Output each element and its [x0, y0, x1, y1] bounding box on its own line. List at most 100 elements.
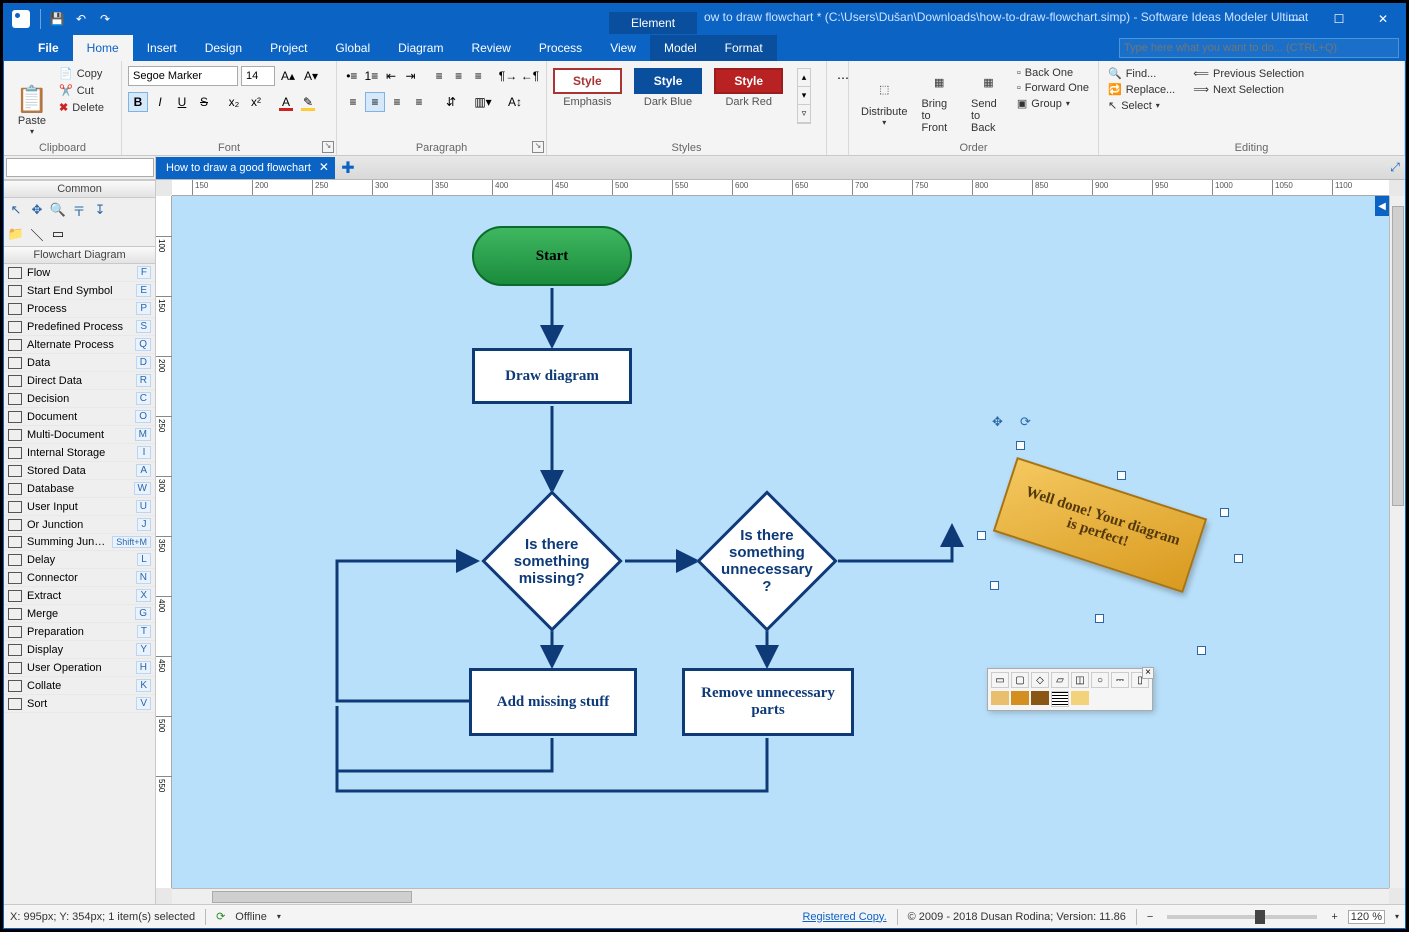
valign-top-button[interactable]: ≡: [430, 66, 448, 86]
bullets-button[interactable]: •≡: [343, 66, 361, 86]
prev-selection-button[interactable]: ⟸Previous Selection: [1190, 66, 1307, 81]
selection-handle[interactable]: [1117, 471, 1126, 480]
style-darkblue[interactable]: Style: [634, 68, 703, 94]
mini-shape-parallelogram-button[interactable]: ▱: [1051, 672, 1069, 688]
send-back-button[interactable]: ▦Send to Back: [965, 64, 1012, 136]
palette-item[interactable]: DisplayY: [4, 641, 155, 659]
palette-item[interactable]: Start End SymbolE: [4, 282, 155, 300]
panel-common-header[interactable]: Common: [4, 180, 155, 198]
style-darkred[interactable]: Style: [714, 68, 783, 94]
palette-item[interactable]: MergeG: [4, 605, 155, 623]
menu-home[interactable]: Home: [73, 35, 133, 61]
palette-item[interactable]: CollateK: [4, 677, 155, 695]
bring-front-button[interactable]: ▦Bring to Front: [915, 64, 963, 136]
italic-button[interactable]: I: [150, 92, 170, 112]
palette-item[interactable]: ProcessP: [4, 300, 155, 318]
superscript-button[interactable]: x²: [246, 92, 266, 112]
shape-unnecessary-decision[interactable]: Is there something unnecessary ?: [696, 490, 837, 631]
highlight-button[interactable]: ✎: [298, 92, 318, 112]
swatch-yellow[interactable]: [1071, 691, 1089, 705]
mini-shape-data-button[interactable]: ◫: [1071, 672, 1089, 688]
palette-item[interactable]: Summing JunctionShift+M: [4, 534, 155, 551]
shape-add-missing[interactable]: Add missing stuff: [469, 668, 637, 736]
text-tool-icon[interactable]: 〒: [70, 201, 88, 219]
distribute-button[interactable]: ⬚Distribute▾: [855, 64, 913, 136]
palette-item[interactable]: DocumentO: [4, 408, 155, 426]
strike-button[interactable]: S: [194, 92, 214, 112]
mini-shape-rect-button[interactable]: ▭: [991, 672, 1009, 688]
zoom-slider[interactable]: [1167, 915, 1317, 919]
find-button[interactable]: 🔍Find...: [1105, 66, 1178, 81]
menu-view[interactable]: View: [596, 35, 650, 61]
align-right-button[interactable]: ≡: [387, 92, 407, 112]
selection-handle[interactable]: [1197, 646, 1206, 655]
help-search-input[interactable]: [1119, 38, 1399, 58]
columns-button[interactable]: ▥▾: [473, 92, 493, 112]
line-spacing-button[interactable]: ⇵: [441, 92, 461, 112]
panel-flowchart-header[interactable]: Flowchart Diagram: [4, 246, 155, 264]
selection-handle[interactable]: [1220, 508, 1229, 517]
quick-undo-icon[interactable]: ↶: [69, 7, 93, 31]
line-style-button[interactable]: [1051, 691, 1069, 707]
align-center-button[interactable]: ≡: [365, 92, 385, 112]
mini-shape-diamond-button[interactable]: ◇: [1031, 672, 1049, 688]
mini-shape-circle-button[interactable]: ○: [1091, 672, 1109, 688]
group-button[interactable]: ▣Group▾: [1014, 96, 1092, 111]
pointer-tool-icon[interactable]: ↖: [7, 201, 25, 219]
window-minimize-icon[interactable]: ―: [1273, 4, 1317, 34]
font-shrink-button[interactable]: A▾: [301, 66, 321, 86]
zoom-in-button[interactable]: +: [1331, 911, 1337, 923]
back-one-button[interactable]: ▫Back One: [1014, 66, 1092, 80]
indent-button[interactable]: ⇥: [402, 66, 420, 86]
context-tab-element[interactable]: Element: [609, 12, 697, 34]
font-size-combo[interactable]: [241, 66, 275, 86]
valign-bottom-button[interactable]: ≡: [469, 66, 487, 86]
menu-format[interactable]: Format: [711, 35, 777, 61]
pan-tool-icon[interactable]: ✥: [28, 201, 46, 219]
palette-item[interactable]: ExtractX: [4, 587, 155, 605]
next-selection-button[interactable]: ⟹Next Selection: [1190, 82, 1307, 97]
palette-item[interactable]: Direct DataR: [4, 372, 155, 390]
connector-tool-icon[interactable]: ↧: [91, 201, 109, 219]
diagram-canvas[interactable]: Start Draw diagram Is there something mi…: [172, 196, 1389, 888]
palette-item[interactable]: PreparationT: [4, 623, 155, 641]
move-handle-icon[interactable]: ✥: [992, 414, 1003, 430]
palette-item[interactable]: User OperationH: [4, 659, 155, 677]
delete-button[interactable]: ✖Delete: [56, 100, 107, 115]
menu-file[interactable]: File: [24, 35, 73, 61]
font-family-combo[interactable]: [128, 66, 238, 86]
palette-item[interactable]: Stored DataA: [4, 462, 155, 480]
rtl-button[interactable]: ←¶: [520, 66, 540, 86]
palette-item[interactable]: Predefined ProcessS: [4, 318, 155, 336]
horizontal-scrollbar[interactable]: [172, 888, 1389, 904]
style-emphasis[interactable]: Style: [553, 68, 622, 94]
palette-item[interactable]: DelayL: [4, 551, 155, 569]
tabstrip-expand-icon[interactable]: ⤢: [1385, 158, 1405, 178]
palette-item[interactable]: DataD: [4, 354, 155, 372]
copy-button[interactable]: 📄Copy: [56, 66, 107, 81]
close-tab-icon[interactable]: ✕: [319, 160, 329, 174]
selection-handle[interactable]: [990, 581, 999, 590]
line-tool-icon[interactable]: ＼: [28, 225, 46, 243]
bold-button[interactable]: B: [128, 92, 148, 112]
style-gallery-arrows[interactable]: ▴▾▿: [797, 68, 811, 124]
font-color-button[interactable]: A: [276, 92, 296, 112]
palette-item[interactable]: User InputU: [4, 498, 155, 516]
add-tab-icon[interactable]: ✚: [339, 159, 357, 177]
shape-start[interactable]: Start: [472, 226, 632, 286]
numbering-button[interactable]: 1≡: [363, 66, 381, 86]
selection-handle[interactable]: [1095, 614, 1104, 623]
shape-draw-diagram[interactable]: Draw diagram: [472, 348, 632, 404]
menu-global[interactable]: Global: [321, 35, 384, 61]
align-left-button[interactable]: ≡: [343, 92, 363, 112]
palette-item[interactable]: DecisionC: [4, 390, 155, 408]
zoom-tool-icon[interactable]: 🔍: [49, 201, 67, 219]
subscript-button[interactable]: x₂: [224, 92, 244, 112]
underline-button[interactable]: U: [172, 92, 192, 112]
zoom-value[interactable]: 120 %: [1348, 910, 1385, 924]
quick-save-icon[interactable]: 💾: [45, 7, 69, 31]
menu-review[interactable]: Review: [457, 35, 524, 61]
menu-project[interactable]: Project: [256, 35, 321, 61]
swatch-tan[interactable]: [991, 691, 1009, 705]
forward-one-button[interactable]: ▫Forward One: [1014, 81, 1092, 95]
